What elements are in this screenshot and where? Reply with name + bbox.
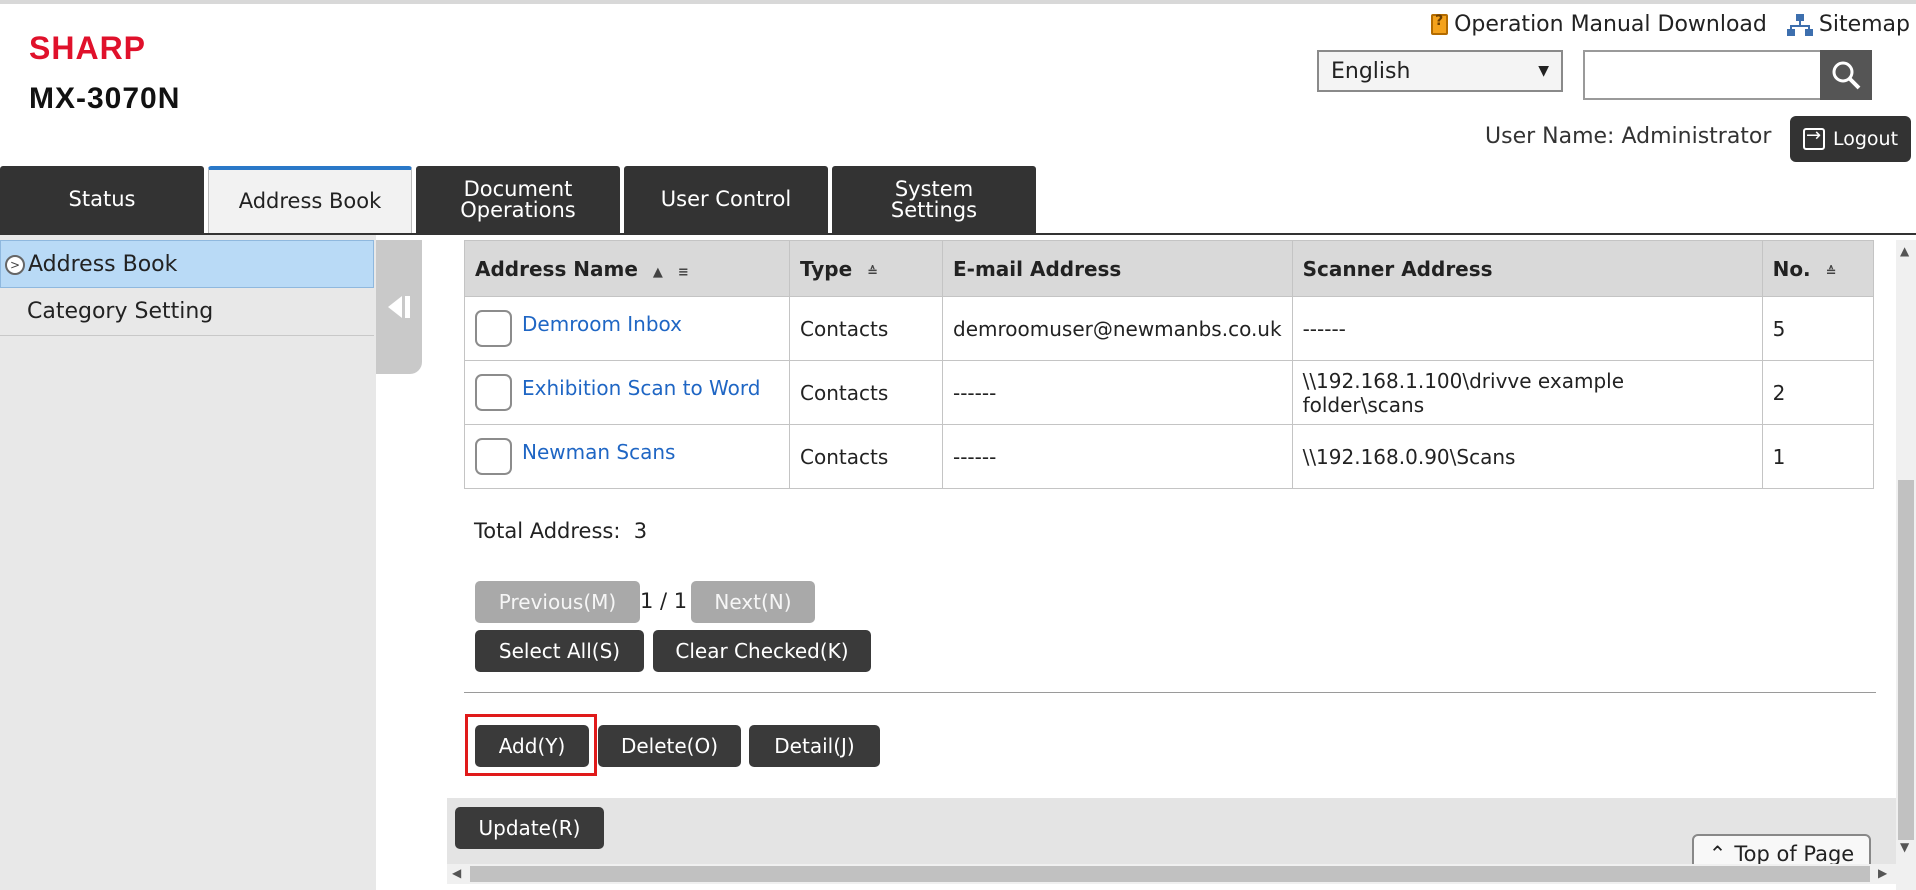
table-header-row: Address Name ▲ ≡ Type ≙ E-mail Address S… xyxy=(464,240,1875,297)
user-name-display: User Name: Administrator xyxy=(1485,124,1771,149)
top-of-page-label: Top of Page xyxy=(1734,842,1855,866)
sitemap-label: Sitemap xyxy=(1818,12,1910,37)
header-address-name[interactable]: Address Name ▲ ≡ xyxy=(464,240,790,297)
cell-no: 5 xyxy=(1761,296,1875,361)
cell-type: Contacts xyxy=(789,424,943,489)
collapse-left-icon xyxy=(388,296,410,318)
sitemap-link[interactable]: Sitemap xyxy=(1786,12,1910,37)
tab-system-settings[interactable]: System Settings xyxy=(832,166,1036,233)
cell-type: Contacts xyxy=(789,360,943,425)
chevron-up-icon: ⌃ xyxy=(1708,842,1727,866)
tab-user-control[interactable]: User Control xyxy=(624,166,828,233)
cell-scanner: ------ xyxy=(1291,296,1763,361)
operation-manual-link[interactable]: Operation Manual Download xyxy=(1431,12,1767,37)
cell-no: 2 xyxy=(1761,360,1875,425)
cell-type: Contacts xyxy=(789,296,943,361)
sidebar: > Address Book Category Setting xyxy=(0,235,376,890)
filter-icon[interactable]: ≡ xyxy=(678,265,689,280)
model-name: MX-3070N xyxy=(29,82,181,115)
header-links: Operation Manual Download Sitemap xyxy=(1431,12,1910,37)
cell-scanner: \\192.168.1.100\drivve example folder\sc… xyxy=(1291,360,1763,425)
table-row: Exhibition Scan to Word Contacts ------ … xyxy=(464,360,1875,425)
delete-button[interactable]: Delete(O) xyxy=(598,725,741,767)
operation-manual-label: Operation Manual Download xyxy=(1454,12,1767,37)
scroll-up-arrow-icon[interactable]: ▲ xyxy=(1900,244,1909,258)
row-checkbox[interactable] xyxy=(475,438,512,475)
previous-button[interactable]: Previous(M) xyxy=(475,581,640,623)
manual-icon xyxy=(1431,13,1449,35)
language-select[interactable]: English ▼ xyxy=(1317,50,1563,92)
logout-button[interactable]: Logout xyxy=(1790,116,1911,162)
clear-checked-button[interactable]: Clear Checked(K) xyxy=(653,630,871,672)
dropdown-caret-icon: ▼ xyxy=(1538,63,1549,79)
user-name-label: User Name: xyxy=(1485,124,1615,149)
cell-email: demroomuser@newmanbs.co.uk xyxy=(942,296,1293,361)
update-button[interactable]: Update(R) xyxy=(455,807,604,849)
sidebar-item-category-setting[interactable]: Category Setting xyxy=(0,288,374,336)
page-indicator: 1 / 1 xyxy=(640,589,688,613)
sitemap-icon xyxy=(1786,13,1813,36)
main-tabs: Status Address Book Document Operations … xyxy=(0,166,1036,233)
sidebar-collapse-handle[interactable] xyxy=(376,240,422,374)
sort-asc-icon[interactable]: ▲ xyxy=(653,265,663,280)
sidebar-item-label: Category Setting xyxy=(27,299,214,324)
detail-button[interactable]: Detail(J) xyxy=(749,725,880,767)
row-checkbox[interactable] xyxy=(475,310,512,347)
address-table: Address Name ▲ ≡ Type ≙ E-mail Address S… xyxy=(464,240,1875,489)
total-address: Total Address: 3 xyxy=(474,519,647,543)
sidebar-item-label: Address Book xyxy=(28,251,178,277)
search-button[interactable] xyxy=(1820,50,1872,100)
sharp-logo: SHARP xyxy=(29,30,147,66)
header-scanner: Scanner Address xyxy=(1291,240,1763,297)
top-border xyxy=(0,0,1916,4)
total-value: 3 xyxy=(633,519,648,543)
header-no[interactable]: No. ≙ xyxy=(1761,240,1875,297)
row-checkbox[interactable] xyxy=(475,374,512,411)
user-name-value: Administrator xyxy=(1621,124,1772,149)
cell-scanner: \\192.168.0.90\Scans xyxy=(1291,424,1763,489)
add-button[interactable]: Add(Y) xyxy=(475,725,589,767)
search-icon xyxy=(1832,61,1861,90)
search-input[interactable] xyxy=(1583,50,1820,100)
total-label: Total Address: xyxy=(474,519,621,543)
language-value: English xyxy=(1331,58,1411,84)
update-bar xyxy=(447,798,1896,865)
sort-icon[interactable]: ≙ xyxy=(867,265,878,280)
header-type[interactable]: Type ≙ xyxy=(789,240,943,297)
scroll-left-arrow-icon[interactable]: ◀ xyxy=(452,866,461,880)
cell-email: ------ xyxy=(942,360,1293,425)
tab-address-book[interactable]: Address Book xyxy=(208,166,412,233)
tab-document-operations[interactable]: Document Operations xyxy=(416,166,620,233)
cell-email: ------ xyxy=(942,424,1293,489)
tab-status[interactable]: Status xyxy=(0,166,204,233)
sidebar-item-address-book[interactable]: > Address Book xyxy=(0,240,374,288)
address-name-link[interactable]: Demroom Inbox xyxy=(522,312,682,336)
scroll-down-arrow-icon[interactable]: ▼ xyxy=(1900,840,1909,854)
table-row: Newman Scans Contacts ------ \\192.168.0… xyxy=(464,424,1875,489)
cell-no: 1 xyxy=(1761,424,1875,489)
vertical-scroll-thumb[interactable] xyxy=(1898,480,1914,840)
logout-label: Logout xyxy=(1832,128,1899,150)
scroll-right-arrow-icon[interactable]: ▶ xyxy=(1878,866,1887,880)
address-name-link[interactable]: Exhibition Scan to Word xyxy=(522,376,760,400)
horizontal-scroll-thumb[interactable] xyxy=(470,866,1870,882)
select-all-button[interactable]: Select All(S) xyxy=(475,630,644,672)
chevron-right-icon: > xyxy=(5,255,25,275)
section-divider xyxy=(464,692,1876,693)
next-button[interactable]: Next(N) xyxy=(691,581,815,623)
logout-icon xyxy=(1802,125,1825,150)
sort-icon[interactable]: ≙ xyxy=(1826,265,1837,280)
table-row: Demroom Inbox Contacts demroomuser@newma… xyxy=(464,296,1875,361)
header-email: E-mail Address xyxy=(942,240,1293,297)
address-name-link[interactable]: Newman Scans xyxy=(522,440,675,464)
